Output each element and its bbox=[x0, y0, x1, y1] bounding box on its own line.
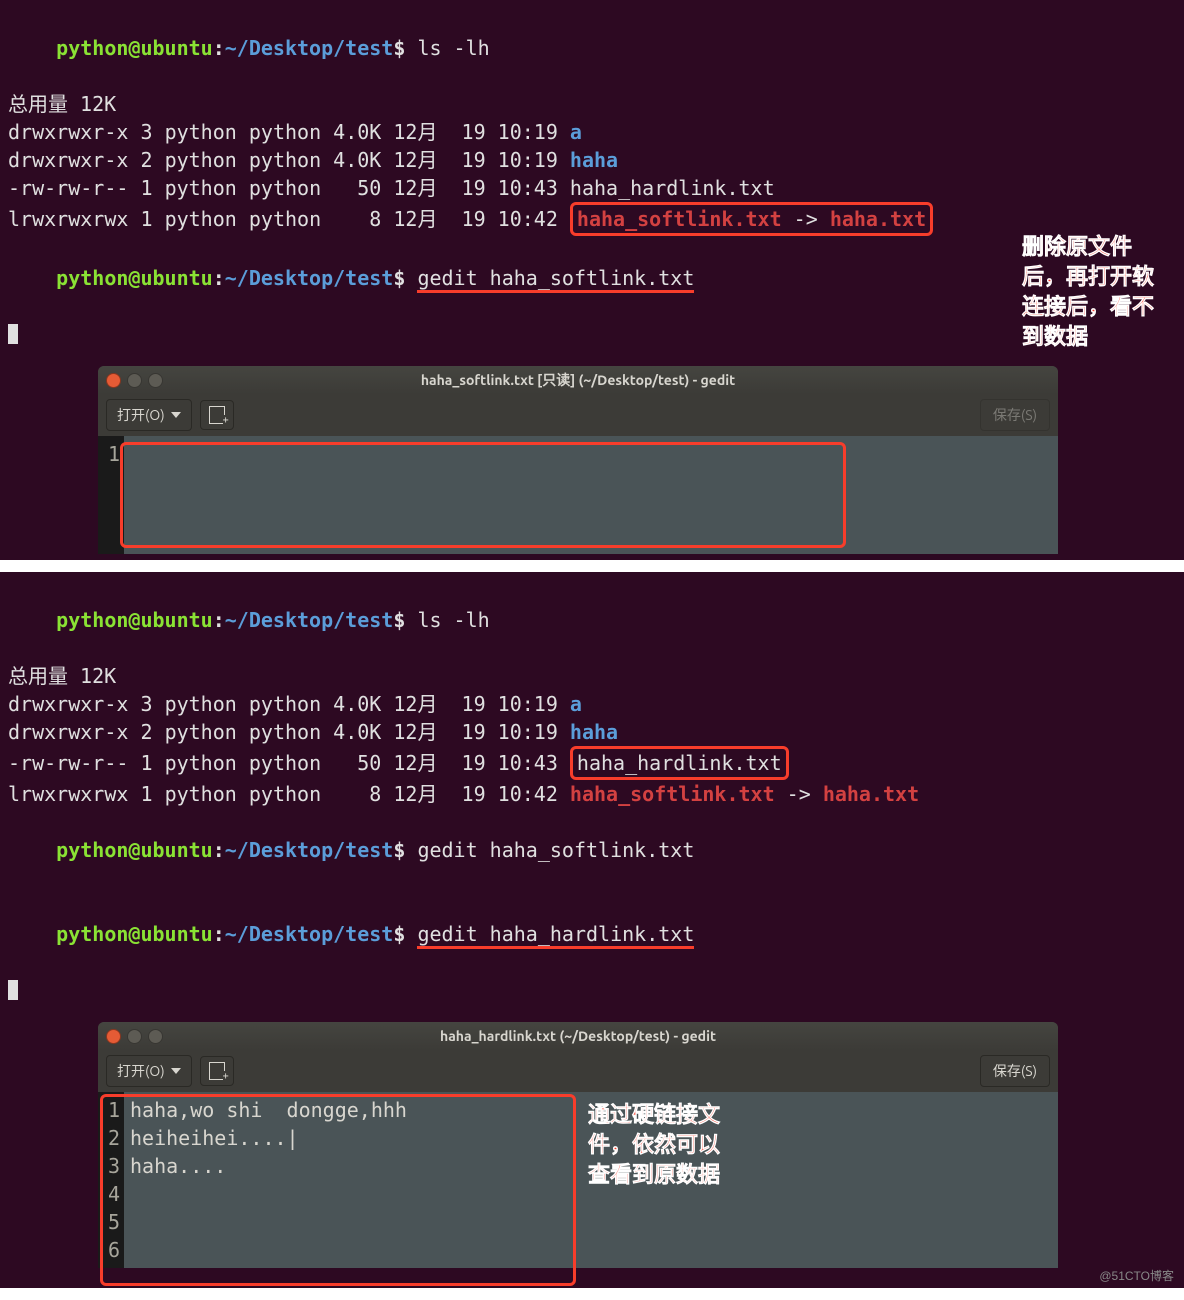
gedit-window-softlink: haha_softlink.txt [只读] (~/Desktop/test) … bbox=[98, 366, 1058, 554]
term-line: python@ubuntu:~/Desktop/test$ ls -lh bbox=[8, 578, 1176, 662]
ls-total: 总用量 12K bbox=[8, 662, 1176, 690]
gedit-body: 1 bbox=[98, 436, 1058, 554]
new-document-button[interactable] bbox=[200, 1056, 234, 1086]
gedit-toolbar: 打开(O) 保存(S) bbox=[98, 1050, 1058, 1092]
highlight-softlink: haha_softlink.txt -> haha.txt bbox=[570, 202, 933, 236]
term-line: python@ubuntu:~/Desktop/test$ gedit haha… bbox=[8, 236, 1176, 320]
term-line: python@ubuntu:~/Desktop/test$ gedit haha… bbox=[8, 892, 1176, 976]
command-gedit-softlink: gedit haha_softlink.txt bbox=[417, 266, 694, 293]
panel-softlink: python@ubuntu:~/Desktop/test$ ls -lh 总用量… bbox=[0, 0, 1184, 560]
open-button[interactable]: 打开(O) bbox=[106, 1055, 192, 1087]
new-document-icon bbox=[209, 406, 225, 424]
gedit-title: haha_hardlink.txt (~/Desktop/test) - ged… bbox=[98, 1028, 1058, 1044]
dir-name: haha bbox=[570, 148, 618, 172]
command: gedit haha_softlink.txt bbox=[417, 838, 694, 862]
watermark: @51CTO博客 bbox=[1099, 1267, 1174, 1284]
gedit-title: haha_softlink.txt [只读] (~/Desktop/test) … bbox=[98, 370, 1058, 390]
new-document-button[interactable] bbox=[200, 400, 234, 430]
gedit-window-hardlink: haha_hardlink.txt (~/Desktop/test) - ged… bbox=[98, 1022, 1058, 1268]
command: ls -lh bbox=[417, 36, 489, 60]
term-cursor-line bbox=[8, 976, 1176, 1004]
chevron-down-icon bbox=[171, 412, 181, 418]
gedit-body: 1 2 3 4 5 6 haha,wo shi dongge,hhh heihe… bbox=[98, 1092, 1058, 1268]
term-line: python@ubuntu:~/Desktop/test$ gedit haha… bbox=[8, 808, 1176, 892]
highlight-hardlink-name: haha_hardlink.txt bbox=[570, 746, 789, 780]
save-button[interactable]: 保存(S) bbox=[980, 1055, 1050, 1087]
prompt-user: python@ubuntu bbox=[56, 36, 213, 60]
save-button[interactable]: 保存(S) bbox=[980, 399, 1050, 431]
ls-row: drwxrwxr-x 3 python python 4.0K 12月 19 1… bbox=[8, 118, 1176, 146]
ls-row: lrwxrwxrwx 1 python python 8 12月 19 10:4… bbox=[8, 780, 1176, 808]
gutter: 1 2 3 4 5 6 bbox=[98, 1092, 124, 1268]
gedit-titlebar[interactable]: haha_softlink.txt [只读] (~/Desktop/test) … bbox=[98, 366, 1058, 394]
ls-row: drwxrwxr-x 2 python python 4.0K 12月 19 1… bbox=[8, 146, 1176, 174]
gedit-titlebar[interactable]: haha_hardlink.txt (~/Desktop/test) - ged… bbox=[98, 1022, 1058, 1050]
ls-row: -rw-rw-r-- 1 python python 50 12月 19 10:… bbox=[8, 746, 1176, 780]
ls-row: drwxrwxr-x 2 python python 4.0K 12月 19 1… bbox=[8, 718, 1176, 746]
term-cursor-line bbox=[8, 320, 1176, 348]
chevron-down-icon bbox=[171, 1068, 181, 1074]
ls-row: lrwxrwxrwx 1 python python 8 12月 19 10:4… bbox=[8, 202, 1176, 236]
file-name: haha_hardlink.txt bbox=[570, 176, 775, 200]
new-document-icon bbox=[209, 1062, 225, 1080]
gedit-toolbar: 打开(O) 保存(S) bbox=[98, 394, 1058, 436]
annotation-softlink: 删除原文件 后，再打开软 连接后，看不 到数据 bbox=[1022, 232, 1154, 352]
ls-row: -rw-rw-r-- 1 python python 50 12月 19 10:… bbox=[8, 174, 1176, 202]
command: ls -lh bbox=[417, 608, 489, 632]
open-button[interactable]: 打开(O) bbox=[106, 399, 192, 431]
cursor-icon bbox=[8, 324, 18, 344]
panel-hardlink: python@ubuntu:~/Desktop/test$ ls -lh 总用量… bbox=[0, 572, 1184, 1288]
command-gedit-hardlink: gedit haha_hardlink.txt bbox=[417, 922, 694, 949]
cursor-icon bbox=[8, 980, 18, 1000]
gutter: 1 bbox=[98, 436, 124, 554]
ls-row: drwxrwxr-x 3 python python 4.0K 12月 19 1… bbox=[8, 690, 1176, 718]
dir-name: a bbox=[570, 120, 582, 144]
editor-area[interactable] bbox=[124, 436, 1058, 554]
prompt-path: ~/Desktop/test bbox=[225, 36, 394, 60]
annotation-hardlink: 通过硬链接文 件，依然可以 查看到原数据 bbox=[588, 1100, 720, 1190]
term-line: python@ubuntu:~/Desktop/test$ ls -lh bbox=[8, 6, 1176, 90]
ls-total: 总用量 12K bbox=[8, 90, 1176, 118]
